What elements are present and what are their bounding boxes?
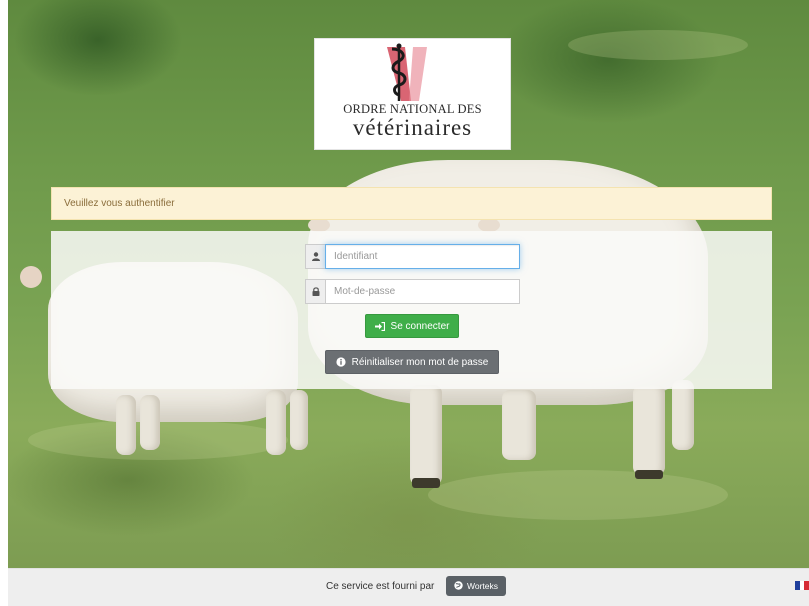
auth-alert: Veuillez vous authentifier [51, 187, 772, 220]
username-input[interactable] [325, 244, 520, 269]
logo-line2: vétérinaires [352, 115, 473, 140]
footer: Ce service est fourni par Worteks [8, 568, 809, 606]
french-flag-icon[interactable] [795, 581, 809, 590]
provider-label: Worteks [466, 581, 499, 591]
password-input[interactable] [325, 279, 520, 304]
globe-icon [454, 580, 463, 592]
login-button[interactable]: Se connecter [365, 314, 459, 338]
provider-link[interactable]: Worteks [446, 576, 506, 596]
reset-password-button[interactable]: Réinitialiser mon mot de passe [325, 350, 499, 374]
lock-icon [305, 279, 325, 304]
reset-button-label: Réinitialiser mon mot de passe [351, 356, 489, 368]
login-panel: Se connecter Réinitialiser mon mot de pa… [51, 231, 772, 389]
password-group [305, 279, 520, 304]
username-group [305, 244, 520, 269]
logo: ORDRE NATIONAL DES vétérinaires [314, 38, 511, 150]
info-circle-icon [336, 357, 346, 367]
user-icon [305, 244, 325, 269]
login-button-label: Se connecter [390, 320, 450, 332]
sign-in-icon [374, 321, 385, 331]
footer-service-text: Ce service est fourni par [326, 581, 435, 592]
